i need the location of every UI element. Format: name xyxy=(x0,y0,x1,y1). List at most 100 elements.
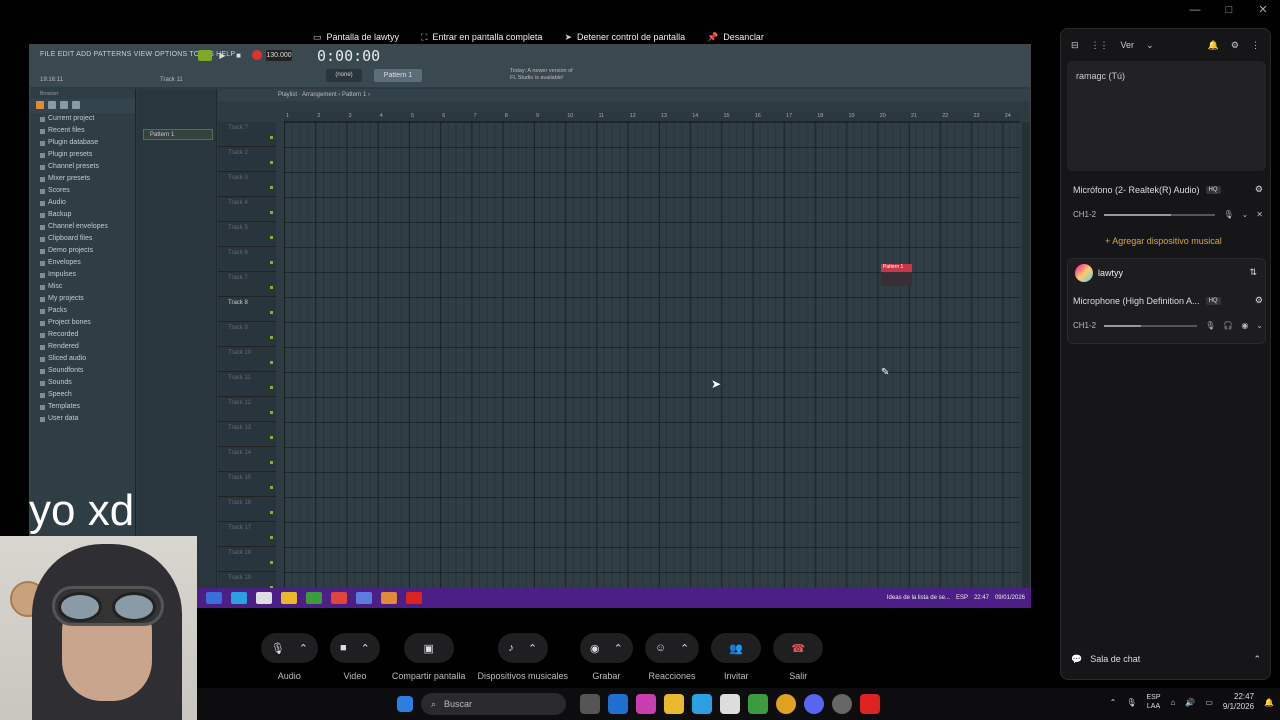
remote-minecraft-icon[interactable] xyxy=(306,592,322,604)
maximize-button[interactable]: □ xyxy=(1212,0,1246,20)
mic-icon[interactable]: 🎙 xyxy=(1223,210,1233,219)
mic-icon[interactable]: 🎙 xyxy=(1126,698,1136,707)
vertical-scrollbar[interactable] xyxy=(1022,122,1030,607)
track-mute-icon[interactable] xyxy=(270,311,273,314)
chevron-up-icon[interactable]: ⌃ xyxy=(1110,698,1117,707)
grid-icon[interactable]: ⋮⋮ xyxy=(1091,40,1109,51)
browser-item[interactable]: Templates xyxy=(30,401,135,413)
pattern-block[interactable]: Pattern 1 xyxy=(143,129,213,140)
track-header[interactable]: Track 13 xyxy=(218,422,276,447)
track-header[interactable]: Track 5 xyxy=(218,222,276,247)
browser-item[interactable]: Channel envelopes xyxy=(30,221,135,233)
browser-item[interactable]: Current project xyxy=(30,113,135,125)
track-header[interactable]: Track 6 xyxy=(218,247,276,272)
tempo-display[interactable]: 130.000 xyxy=(266,50,292,61)
chevron-up-icon[interactable]: ⌃ xyxy=(1253,654,1261,665)
remote-brave-icon[interactable] xyxy=(331,592,347,604)
browser-item[interactable]: Rendered xyxy=(30,341,135,353)
close-icon[interactable]: ✕ xyxy=(1256,210,1263,219)
track-mute-icon[interactable] xyxy=(270,386,273,389)
track-mute-icon[interactable] xyxy=(270,511,273,514)
volume-icon[interactable]: 🔊 xyxy=(1185,698,1195,707)
mic1-volume-slider[interactable] xyxy=(1104,213,1216,216)
track-header[interactable]: Track 14 xyxy=(218,447,276,472)
record-icon[interactable]: ◉ xyxy=(1241,321,1248,330)
track-header[interactable]: Track 16 xyxy=(218,497,276,522)
track-header[interactable]: Track 4 xyxy=(218,197,276,222)
track-mute-icon[interactable] xyxy=(270,261,273,264)
track-header[interactable]: Track 11 xyxy=(218,372,276,397)
collapse-panel-icon[interactable]: ⊟ xyxy=(1071,40,1079,51)
add-music-device-link[interactable]: + Agregar dispositivo musical xyxy=(1105,236,1222,246)
share-screen-button[interactable]: ▣ xyxy=(403,633,454,663)
chat-room-toggle[interactable]: 💬 Sala de chat ⌃ xyxy=(1071,654,1261,665)
remote-taskview-icon[interactable] xyxy=(206,592,222,604)
chevron-up-icon[interactable]: ⌃ xyxy=(680,642,689,655)
mic-icon[interactable]: 🎙 xyxy=(1205,321,1215,330)
remote-app2-icon[interactable] xyxy=(406,592,422,604)
mic2-volume-slider[interactable] xyxy=(1104,324,1198,327)
chevron-down-icon[interactable]: ⌄ xyxy=(1256,321,1263,330)
chrome-icon[interactable] xyxy=(776,694,796,714)
file-icon[interactable] xyxy=(48,101,56,109)
browser-item[interactable]: Plugin database xyxy=(30,137,135,149)
star-icon[interactable] xyxy=(72,101,80,109)
track-mute-icon[interactable] xyxy=(270,211,273,214)
video-button[interactable]: ■ ⌃ xyxy=(329,633,380,663)
snap-select[interactable]: (none) xyxy=(326,69,362,82)
browser-item[interactable]: Scores xyxy=(30,185,135,197)
pattern-clip[interactable]: Pattern 1 xyxy=(881,264,912,286)
track-mute-icon[interactable] xyxy=(270,336,273,339)
windows-start-icon[interactable] xyxy=(397,696,413,712)
chevron-up-icon[interactable]: ⌃ xyxy=(528,642,537,655)
track-mute-icon[interactable] xyxy=(270,486,273,489)
track-header[interactable]: Track 3 xyxy=(218,172,276,197)
track-header[interactable]: Track 12 xyxy=(218,397,276,422)
invite-button[interactable]: 👥 xyxy=(711,633,762,663)
chevron-up-icon[interactable]: ⌃ xyxy=(614,642,623,655)
audio-button[interactable]: 🎙 ⌃ xyxy=(260,633,318,663)
more-icon[interactable]: ⋮ xyxy=(1251,40,1260,51)
browser-item[interactable]: Speech xyxy=(30,389,135,401)
playlist-grid[interactable] xyxy=(284,122,1020,607)
browser-item[interactable]: User data xyxy=(30,413,135,425)
store-icon[interactable] xyxy=(720,694,740,714)
close-button[interactable]: ✕ xyxy=(1246,0,1280,20)
remote-explorer-icon[interactable] xyxy=(281,592,297,604)
track-header[interactable]: Track 7 xyxy=(218,272,276,297)
remote-edge-icon[interactable] xyxy=(231,592,247,604)
track-mute-icon[interactable] xyxy=(270,361,273,364)
track-mute-icon[interactable] xyxy=(270,561,273,564)
remote-notification[interactable]: Ideas de la lista de se... xyxy=(887,595,950,601)
steam-icon[interactable] xyxy=(832,694,852,714)
minecraft-icon[interactable] xyxy=(748,694,768,714)
track-header[interactable]: Track 2 xyxy=(218,147,276,172)
browser-item[interactable]: My projects xyxy=(30,293,135,305)
track-mute-icon[interactable] xyxy=(270,536,273,539)
leave-button[interactable]: ☎ xyxy=(773,633,824,663)
timeline-ruler[interactable]: 1 2 3 4 5 6 7 8 9 10 11 12 13 14 15 16 17 18 19 20 21 22 23 24 xyxy=(284,112,1020,122)
browser-item[interactable]: Sounds xyxy=(30,377,135,389)
edge-icon[interactable] xyxy=(692,694,712,714)
browser-item[interactable]: Channel presets xyxy=(30,161,135,173)
chevron-down-icon[interactable]: ⌄ xyxy=(1146,40,1154,51)
notification-icon[interactable]: 🔔 xyxy=(1264,698,1274,707)
outlook-icon[interactable] xyxy=(608,694,628,714)
browser-item[interactable]: Packs xyxy=(30,305,135,317)
browser-item[interactable]: Envelopes xyxy=(30,257,135,269)
m365-icon[interactable] xyxy=(636,694,656,714)
app-icon[interactable] xyxy=(860,694,880,714)
browser-item[interactable]: Misc xyxy=(30,281,135,293)
shared-screen[interactable]: FILE EDIT ADD PATTERNS VIEW OPTIONS TOOL… xyxy=(29,44,1031,608)
browser-item[interactable]: Demo projects xyxy=(30,245,135,257)
track-header[interactable]: Track 7 xyxy=(218,122,276,147)
track-header[interactable]: Track 8 xyxy=(218,297,276,322)
headphones-icon[interactable]: 🎧 xyxy=(1223,321,1233,330)
record-call-button[interactable]: ◉ ⌃ xyxy=(579,633,633,663)
gear-icon[interactable]: ⚙ xyxy=(1231,40,1239,51)
browser-item[interactable]: Project bones xyxy=(30,317,135,329)
battery-icon[interactable]: ▭ xyxy=(1205,698,1213,707)
track-header[interactable]: Track 9 xyxy=(218,322,276,347)
browser-item[interactable]: Plugin presets xyxy=(30,149,135,161)
explorer-icon[interactable] xyxy=(664,694,684,714)
